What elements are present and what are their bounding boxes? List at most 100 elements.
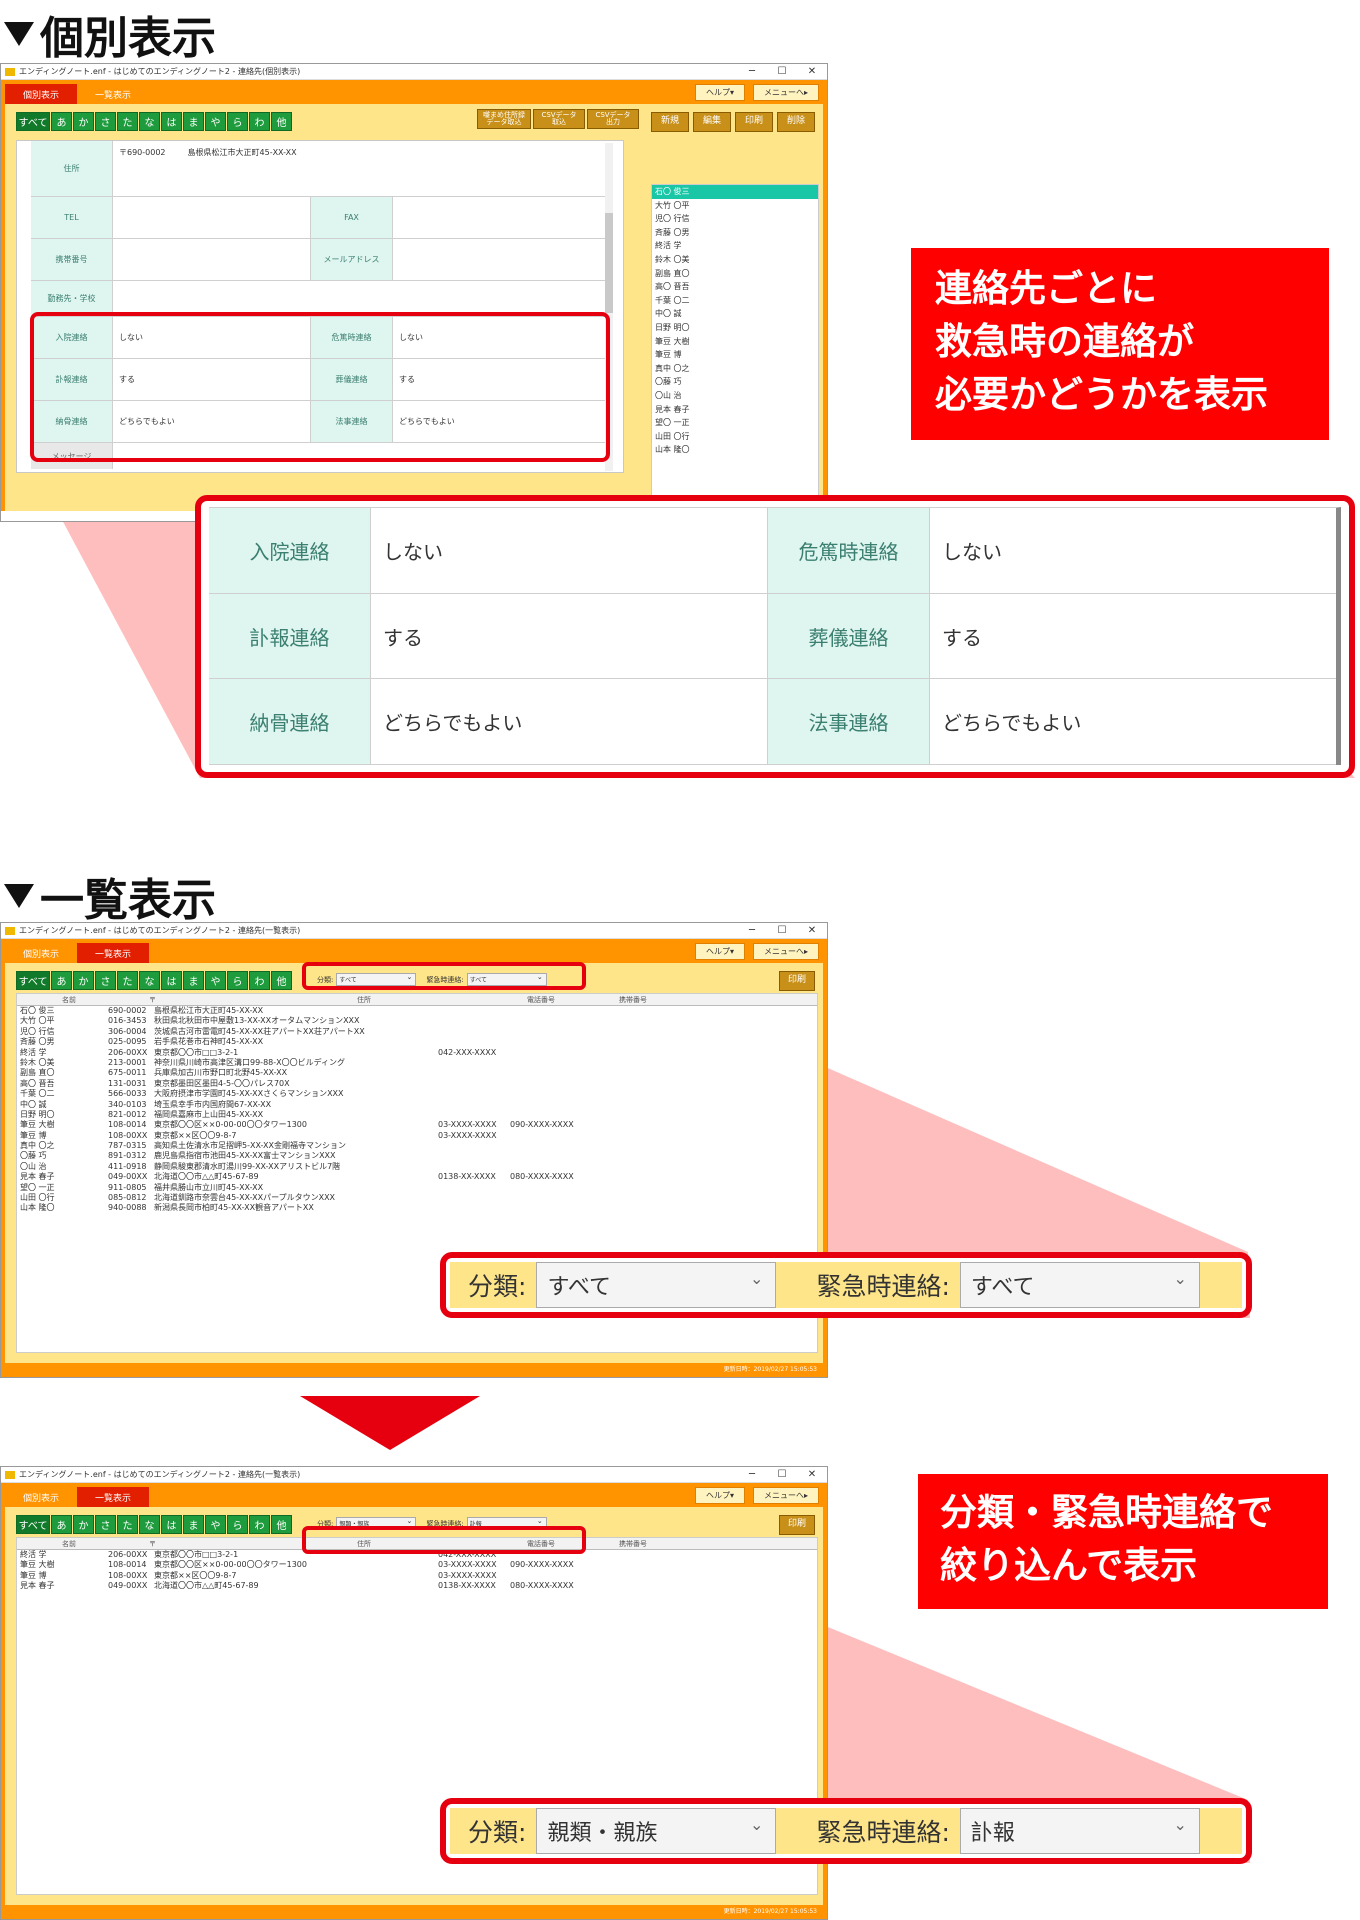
zoom-category-select[interactable]: 親類・親族 ⌄: [536, 1808, 777, 1854]
table-row[interactable]: 斉藤 〇男 025-0095 岩手県花巻市石神町45-XX-XX: [17, 1037, 817, 1047]
tab-list[interactable]: 一覧表示: [77, 84, 149, 104]
kana-tab[interactable]: すべて: [16, 112, 50, 131]
close-button[interactable]: ✕: [797, 1469, 827, 1480]
table-row[interactable]: 〇山 治 411-0918 静岡県駿東郡清水町湯川99-XX-XXアリストビル7階: [17, 1162, 817, 1172]
name-list-item[interactable]: 望〇 一正: [652, 416, 818, 430]
kana-tab[interactable]: た: [117, 112, 138, 131]
kana-tab[interactable]: すべて: [16, 1515, 50, 1534]
name-list-item[interactable]: 中〇 誠: [652, 307, 818, 321]
name-list-item[interactable]: 石〇 俊三: [652, 185, 818, 199]
kana-tab[interactable]: た: [117, 1515, 138, 1534]
table-row[interactable]: 児〇 行信 306-0004 茨城県古河市雷電町45-XX-XX荘アパートXX荘アパ…: [17, 1027, 817, 1037]
kana-tab[interactable]: さ: [95, 971, 116, 990]
print-button[interactable]: 印刷: [779, 1515, 815, 1535]
name-list-item[interactable]: 真中 〇之: [652, 362, 818, 376]
table-row[interactable]: 中〇 誠 340-0103 埼玉県幸手市内国府間67-XX-XX: [17, 1100, 817, 1110]
name-list-item[interactable]: 鈴木 〇美: [652, 253, 818, 267]
tab-list[interactable]: 一覧表示: [77, 943, 150, 963]
close-button[interactable]: ✕: [797, 925, 827, 936]
menu-button[interactable]: メニューへ▸: [752, 1487, 819, 1504]
name-list-item[interactable]: 終活 学: [652, 239, 818, 253]
kana-tab[interactable]: な: [139, 971, 160, 990]
kana-tab[interactable]: 他: [271, 112, 292, 131]
kana-tab[interactable]: すべて: [16, 971, 50, 990]
zoom-emergency-select[interactable]: すべて ⌄: [959, 1262, 1200, 1308]
kana-tab[interactable]: か: [73, 1515, 94, 1534]
name-list-item[interactable]: 斉藤 〇男: [652, 226, 818, 240]
maximize-button[interactable]: ☐: [767, 925, 797, 936]
kana-tab[interactable]: わ: [249, 1515, 270, 1534]
kana-tab[interactable]: さ: [95, 1515, 116, 1534]
kana-tab[interactable]: あ: [51, 1515, 72, 1534]
name-list-item[interactable]: 大竹 〇平: [652, 199, 818, 213]
minimize-button[interactable]: ─: [737, 66, 767, 77]
tab-list[interactable]: 一覧表示: [77, 1487, 150, 1507]
tab-individual[interactable]: 個別表示: [5, 1487, 77, 1507]
kana-tab[interactable]: や: [205, 112, 226, 131]
kana-tab[interactable]: な: [139, 1515, 160, 1534]
tab-individual[interactable]: 個別表示: [5, 943, 77, 963]
kana-tab[interactable]: な: [139, 112, 160, 131]
name-list-item[interactable]: 筆豆 大樹: [652, 335, 818, 349]
table-row[interactable]: 石〇 俊三 690-0002 島根県松江市大正町45-XX-XX: [17, 1006, 817, 1016]
help-button[interactable]: ヘルプ▾: [694, 84, 745, 101]
kana-tab[interactable]: か: [73, 112, 94, 131]
kana-tab[interactable]: は: [161, 1515, 182, 1534]
name-list-item[interactable]: 〇山 治: [652, 389, 818, 403]
kana-tab[interactable]: ま: [183, 112, 204, 131]
kana-tab[interactable]: ら: [227, 112, 248, 131]
table-row[interactable]: 鈴木 〇美 213-0001 神奈川県川崎市高津区溝口99-88-X〇〇ビルディング: [17, 1058, 817, 1068]
kana-tab[interactable]: は: [161, 112, 182, 131]
kana-tab[interactable]: や: [205, 971, 226, 990]
kana-tab[interactable]: ま: [183, 1515, 204, 1534]
kana-tab[interactable]: わ: [249, 971, 270, 990]
tab-individual[interactable]: 個別表示: [5, 84, 78, 104]
table-row[interactable]: 見本 春子 049-00XX 北海道〇〇市△△町45-67-89 0138-XX-XX…: [17, 1172, 817, 1182]
kana-tab[interactable]: さ: [95, 112, 116, 131]
kana-tab[interactable]: 他: [271, 1515, 292, 1534]
zoom-emergency-select[interactable]: 訃報 ⌄: [959, 1808, 1200, 1854]
name-list-item[interactable]: 山本 隆〇: [652, 443, 818, 457]
name-list-item[interactable]: 山田 〇行: [652, 430, 818, 444]
kana-tab[interactable]: や: [205, 1515, 226, 1534]
table-row[interactable]: 見本 春子 049-00XX 北海道〇〇市△△町45-67-89 0138-XX-XX…: [17, 1581, 817, 1591]
kana-tab[interactable]: ま: [183, 971, 204, 990]
print-button[interactable]: 印刷: [735, 112, 773, 132]
kana-tab[interactable]: か: [73, 971, 94, 990]
kana-tab[interactable]: は: [161, 971, 182, 990]
name-list-item[interactable]: 筆豆 博: [652, 348, 818, 362]
new-button[interactable]: 新規: [651, 112, 689, 132]
close-button[interactable]: ✕: [797, 66, 827, 77]
table-row[interactable]: 筆豆 博 108-00XX 東京都××区〇〇9-8-7 03-XXXX-XXXX: [17, 1571, 817, 1581]
print-button[interactable]: 印刷: [779, 971, 815, 991]
name-list-item[interactable]: 日野 明〇: [652, 321, 818, 335]
help-button[interactable]: ヘルプ▾: [694, 1487, 745, 1504]
maximize-button[interactable]: ☐: [767, 1469, 797, 1480]
table-row[interactable]: 山本 隆〇 940-0088 新潟県長岡市柏町45-XX-XX観音アパートXX: [17, 1203, 817, 1213]
kana-tab[interactable]: わ: [249, 112, 270, 131]
table-row[interactable]: 筆豆 博 108-00XX 東京都××区〇〇9-8-7 03-XXXX-XXXX: [17, 1131, 817, 1141]
minimize-button[interactable]: ─: [737, 1469, 767, 1480]
name-list-item[interactable]: 高〇 晋吾: [652, 280, 818, 294]
table-row[interactable]: 山田 〇行 085-0812 北海道釧路市奈雲台45-XX-XXパープルタウンXXX: [17, 1193, 817, 1203]
csv-export-button[interactable]: CSVデータ 出力: [587, 109, 639, 129]
name-list-item[interactable]: 児〇 行信: [652, 212, 818, 226]
csv-import-button[interactable]: CSVデータ 取込: [533, 109, 585, 129]
kana-tab[interactable]: た: [117, 971, 138, 990]
edit-button[interactable]: 編集: [693, 112, 731, 132]
name-list-item[interactable]: 千葉 〇二: [652, 294, 818, 308]
help-button[interactable]: ヘルプ▾: [694, 943, 745, 960]
maximize-button[interactable]: ☐: [767, 66, 797, 77]
zoom-category-select[interactable]: すべて ⌄: [536, 1262, 777, 1308]
minimize-button[interactable]: ─: [737, 925, 767, 936]
kana-tab[interactable]: 他: [271, 971, 292, 990]
menu-button[interactable]: メニューへ▸: [752, 943, 819, 960]
table-row[interactable]: 副島 直〇 675-0011 兵庫県加古川市野口町北野45-XX-XX: [17, 1068, 817, 1078]
name-list-item[interactable]: 副島 直〇: [652, 267, 818, 281]
table-row[interactable]: 筆豆 大樹 108-0014 東京都〇〇区××0-00-00〇〇タワー1300 03-…: [17, 1560, 817, 1570]
kana-tab[interactable]: ら: [227, 1515, 248, 1534]
table-row[interactable]: 〇藤 巧 891-0312 鹿児島県指宿市池田45-XX-XX富士マンションXXX: [17, 1151, 817, 1161]
kana-tab[interactable]: あ: [51, 971, 72, 990]
table-row[interactable]: 大竹 〇平 016-3453 秋田県北秋田市中屋敷13-XX-XXオータムマンション…: [17, 1016, 817, 1026]
table-row[interactable]: 終活 学 206-00XX 東京都〇〇市□□3-2-1 042-XXX-XXXX: [17, 1048, 817, 1058]
